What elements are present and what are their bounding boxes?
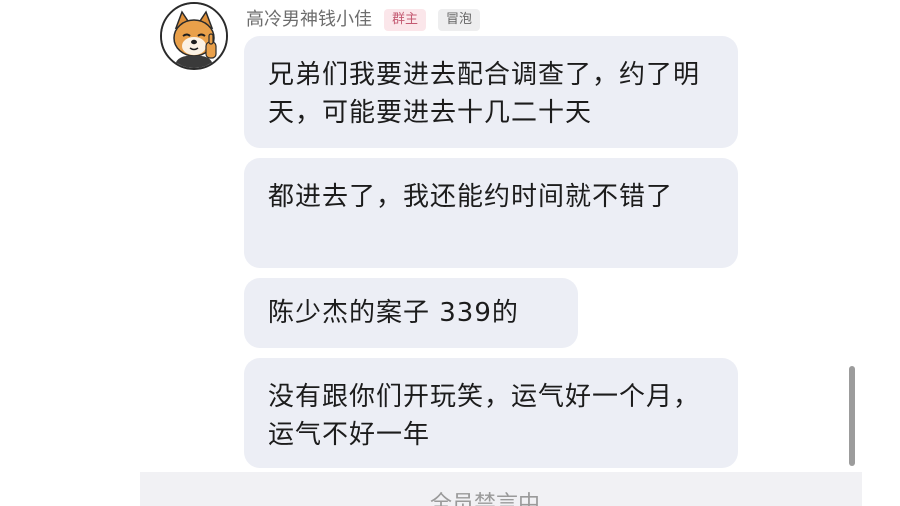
sender-header: 高冷男神钱小佳 群主 冒泡: [246, 6, 481, 34]
message-input-bar[interactable]: 全员禁言中: [140, 472, 862, 506]
message-bubble[interactable]: 都进去了，我还能约时间就不错了: [244, 158, 738, 268]
chat-screen: 高冷男神钱小佳 群主 冒泡 兄弟们我要进去配合调查了，约了明天，可能要进去十几二…: [0, 0, 900, 506]
chat-scrollbar[interactable]: [849, 366, 855, 466]
muted-placeholder: 全员禁言中: [430, 492, 541, 506]
message-bubble[interactable]: 没有跟你们开玩笑，运气好一个月，运气不好一年: [244, 358, 738, 468]
member-level-badge: 冒泡: [438, 9, 481, 31]
sender-avatar[interactable]: [160, 2, 228, 70]
group-owner-badge: 群主: [384, 9, 427, 31]
shiba-dog-avatar-icon: [162, 4, 226, 68]
message-bubble[interactable]: 陈少杰的案子 339的: [244, 278, 578, 348]
message-bubble[interactable]: 兄弟们我要进去配合调查了，约了明天，可能要进去十几二十天: [244, 36, 738, 148]
sender-name[interactable]: 高冷男神钱小佳: [246, 6, 372, 34]
